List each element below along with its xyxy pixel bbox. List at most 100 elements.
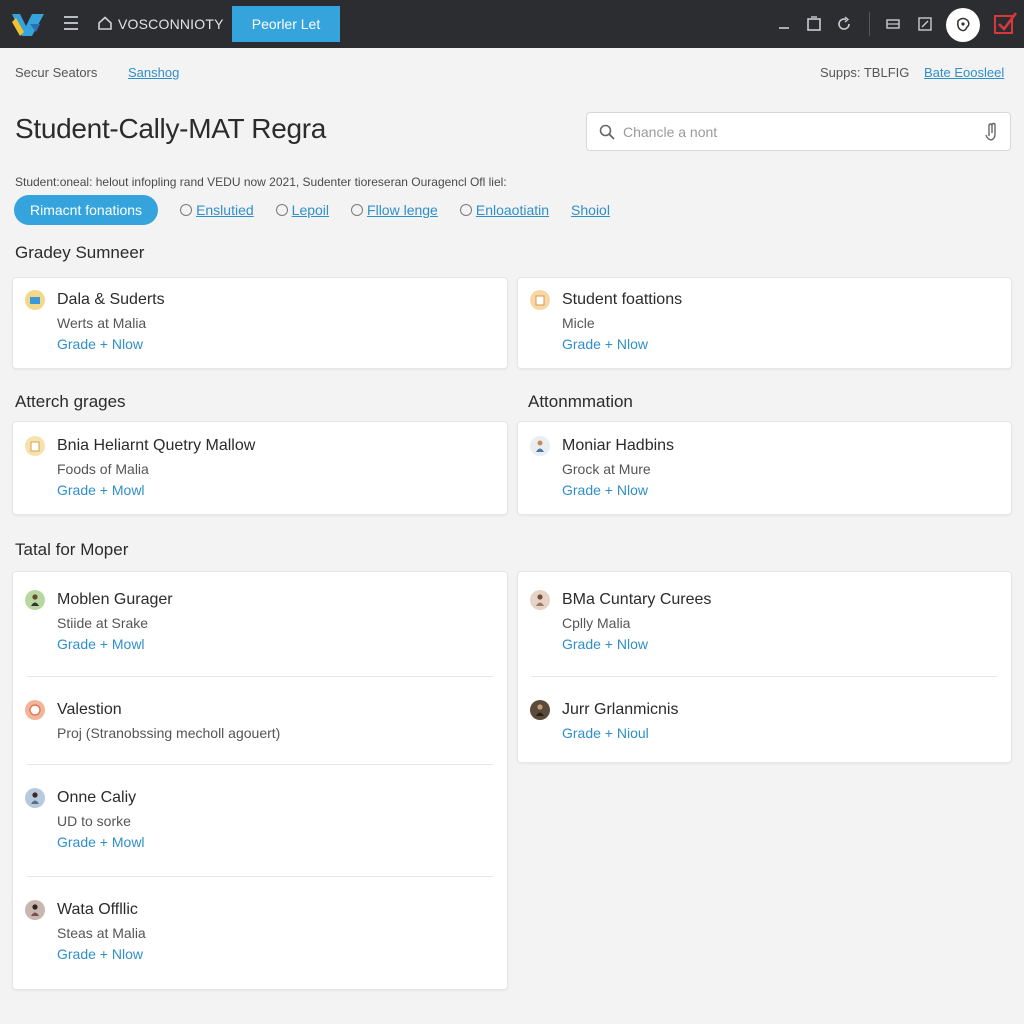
checkbox-icon[interactable] — [992, 10, 1018, 36]
filter-option[interactable]: Enloaotiatin — [459, 202, 550, 218]
avatar — [25, 436, 45, 456]
radio-icon — [275, 204, 288, 216]
person-icon — [536, 594, 544, 606]
item-subtitle: Micle — [562, 315, 595, 331]
profile-button[interactable] — [946, 8, 980, 42]
filter-option[interactable]: Lepoil — [275, 202, 330, 218]
person-icon — [536, 440, 544, 452]
item-subtitle: Foods of Malia — [57, 461, 149, 477]
item-title: BMa Cuntary Curees — [562, 591, 712, 608]
item-subtitle: Steas at Malia — [57, 925, 146, 941]
item-link[interactable]: Grade + Mowl — [57, 482, 145, 498]
toolbar-divider — [869, 12, 870, 36]
face-icon — [29, 704, 41, 716]
item-subtitle: Stiide at Srake — [57, 615, 149, 631]
card[interactable]: Bnia Heliarnt Quetry Mallow Foods of Mal… — [12, 421, 508, 515]
item-subtitle: Werts at Malia — [57, 315, 147, 331]
filter-option-label: Enloaotiatin — [475, 202, 550, 218]
avatar — [25, 700, 45, 720]
search-input[interactable] — [623, 121, 963, 143]
section-title: Attonmmation — [528, 392, 633, 411]
item-title: Bnia Heliarnt Quetry Mallow — [57, 437, 256, 454]
divider — [27, 764, 493, 765]
card-list: Moblen Gurager Stiide at Srake Grade + M… — [12, 571, 508, 990]
item-link[interactable]: Grade + Mowl — [57, 636, 145, 652]
status-text: Supps: TBLFIG — [820, 65, 910, 80]
item-subtitle: UD to sorke — [57, 813, 131, 829]
avatar — [530, 590, 550, 610]
person-icon — [31, 792, 39, 804]
profile-icon — [957, 17, 970, 32]
item-link[interactable]: Grade + Mowl — [57, 834, 145, 850]
top-bar: VOSCONNIOTY Peorler Let — [0, 0, 1024, 48]
search-box — [586, 112, 1011, 151]
avatar — [25, 590, 45, 610]
filter-option-extra[interactable]: Shoiol — [571, 202, 610, 218]
divider — [27, 676, 493, 677]
filter-chip-active[interactable]: Rimacnt fonations — [14, 195, 159, 225]
document-icon — [535, 295, 545, 306]
document-icon — [30, 441, 40, 452]
card-list: BMa Cuntary Curees Cplly Malia Grade + N… — [517, 571, 1012, 763]
breadcrumb-link[interactable]: Sanshog — [128, 65, 179, 80]
refresh-icon[interactable] — [835, 15, 853, 33]
section-title: Gradey Sumneer — [15, 243, 145, 262]
filter-bar: Rimacnt fonations Enslutied Lepoil Fllow… — [14, 195, 632, 225]
minimize-icon[interactable] — [775, 15, 793, 33]
avatar — [530, 290, 550, 310]
item-title: Student foattions — [562, 291, 683, 308]
avatar — [25, 900, 45, 920]
avatar — [25, 290, 45, 310]
logo-icon[interactable] — [10, 10, 46, 40]
item-link[interactable]: Grade + Nlow — [562, 336, 648, 352]
header-link[interactable]: Bate Eoosleel — [924, 65, 1004, 80]
divider — [532, 676, 997, 677]
filter-option[interactable]: Fllow lenge — [351, 202, 438, 218]
avatar — [530, 700, 550, 720]
item-link[interactable]: Grade + Nlow — [57, 336, 143, 352]
radio-icon — [180, 204, 193, 216]
person-icon — [536, 704, 544, 716]
item-title: Moniar Hadbins — [562, 437, 675, 454]
person-icon — [31, 904, 39, 916]
search-icon — [599, 124, 615, 140]
item-title: Wata Offllic — [57, 901, 138, 918]
item-link[interactable]: Grade + Nlow — [57, 946, 143, 962]
item-title: Jurr Grlanmicnis — [562, 701, 679, 718]
primary-action-button[interactable]: Peorler Let — [232, 6, 340, 42]
item-link[interactable]: Grade + Nlow — [562, 482, 648, 498]
page-title: Student-Cally-MAT Regra — [15, 113, 327, 144]
page-description: Student:oneal: helout infopling rand VED… — [15, 175, 507, 189]
edit-icon[interactable] — [916, 15, 934, 33]
person-icon — [31, 594, 39, 606]
avatar — [25, 788, 45, 808]
item-subtitle: Cplly Malia — [562, 615, 631, 631]
filter-option-label: Fllow lenge — [367, 202, 438, 218]
app-name: VOSCONNIOTY — [118, 16, 224, 32]
breadcrumb: Secur Seators — [15, 65, 98, 80]
filter-option[interactable]: Enslutied — [180, 202, 254, 218]
home-icon — [98, 16, 112, 30]
item-title: Moblen Gurager — [57, 591, 173, 608]
filter-option-label: Lepoil — [291, 202, 330, 218]
divider — [27, 876, 493, 877]
section-title: Atterch grages — [15, 392, 126, 411]
window-icon[interactable] — [805, 15, 823, 33]
radio-icon — [459, 204, 472, 216]
menu-icon[interactable] — [64, 16, 78, 30]
item-link[interactable]: Grade + Nioul — [562, 725, 649, 741]
section-title: Tatal for Moper — [15, 540, 129, 559]
filter-option-label: Enslutied — [196, 202, 254, 218]
item-link[interactable]: Grade + Nlow — [562, 636, 648, 652]
card[interactable]: Student foattions Micle Grade + Nlow — [517, 277, 1012, 369]
radio-icon — [351, 204, 364, 216]
card[interactable]: Dala & Suderts Werts at Malia Grade + Nl… — [12, 277, 508, 369]
item-subtitle: Proj (Stranobssing mecholl agouert) — [57, 725, 281, 741]
item-title: Onne Caliy — [57, 789, 137, 806]
card[interactable]: Moniar Hadbins Grock at Mure Grade + Nlo… — [517, 421, 1012, 515]
item-subtitle: Grock at Mure — [562, 461, 651, 477]
microphone-icon[interactable] — [983, 122, 1001, 142]
grid-icon[interactable] — [884, 15, 902, 33]
avatar — [530, 436, 550, 456]
item-title: Dala & Suderts — [57, 291, 165, 308]
